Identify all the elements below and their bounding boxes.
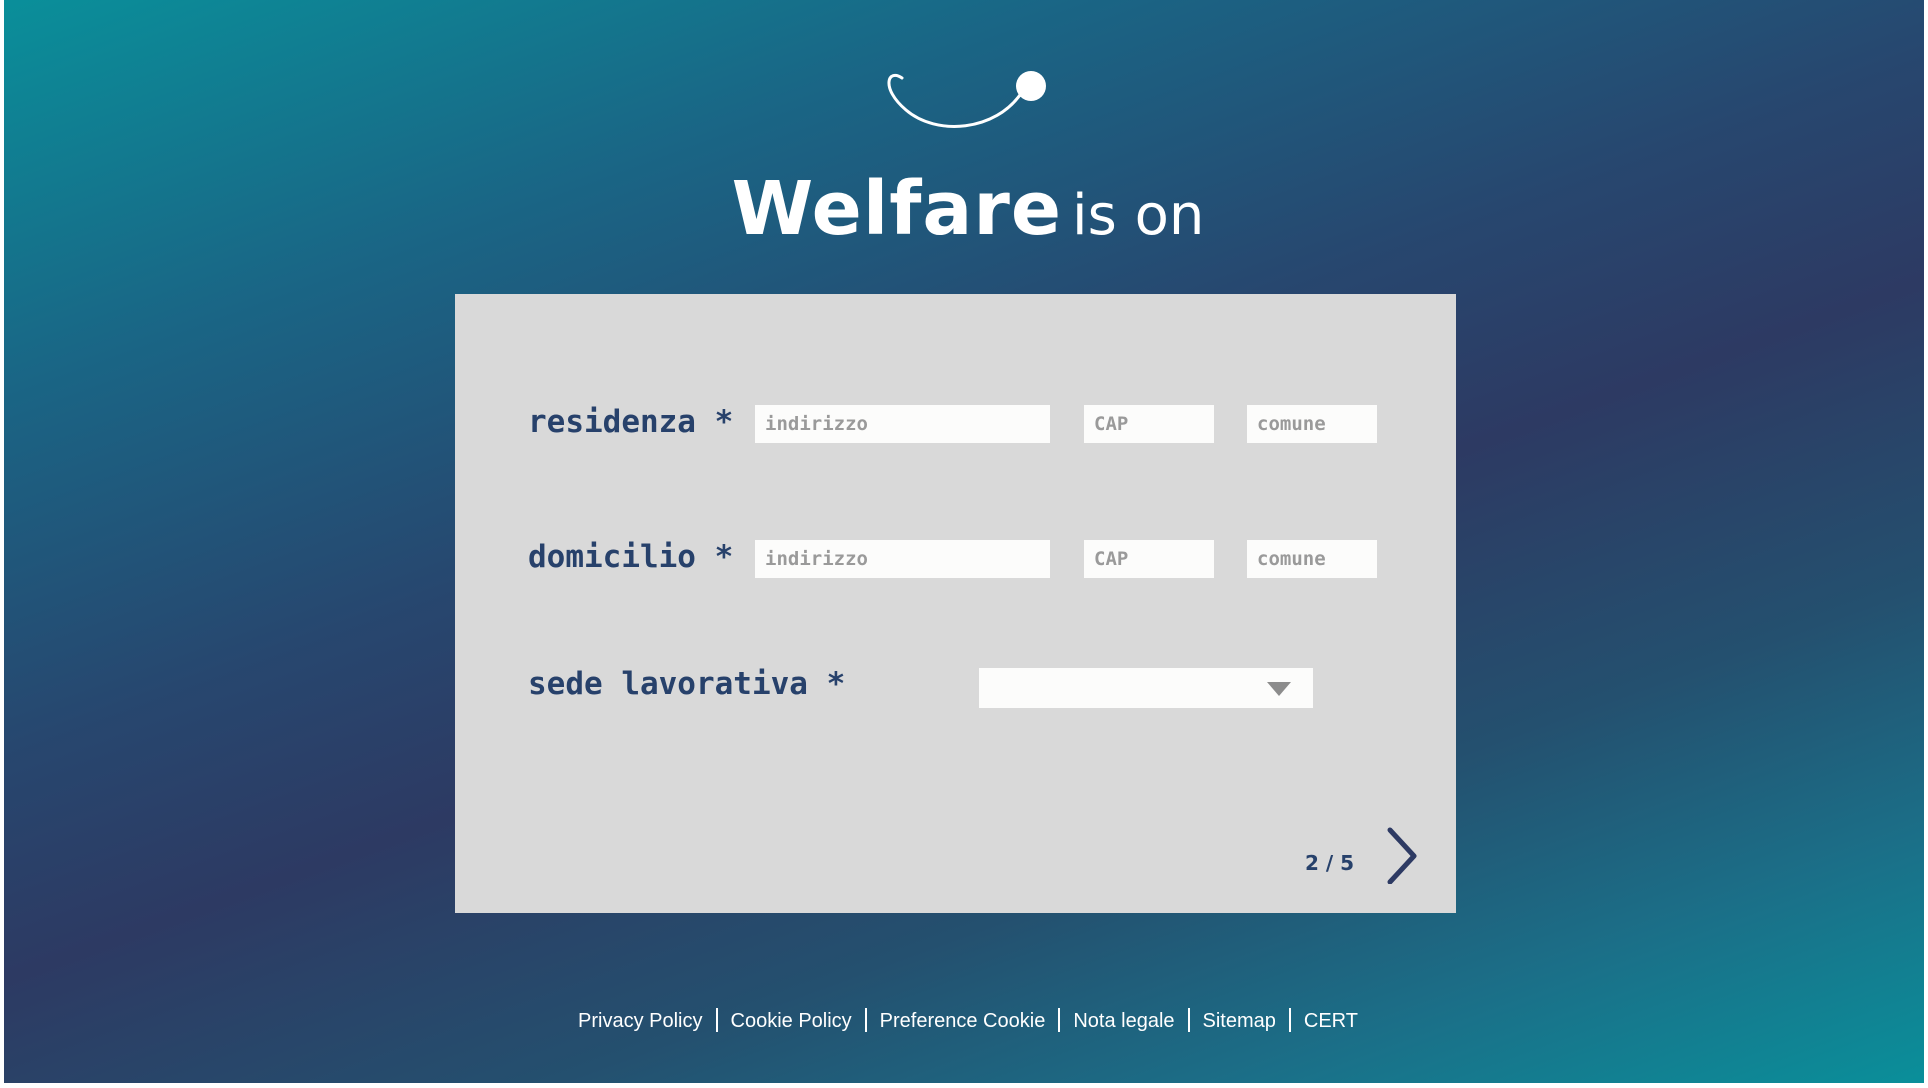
sede-lavorativa-select[interactable] [979,668,1313,708]
smile-logo-icon [887,71,1046,128]
page-background: Welfareis on residenza * domicilio * sed… [4,0,1924,1083]
residenza-indirizzo-input[interactable] [755,405,1050,443]
residenza-cap-input[interactable] [1084,405,1214,443]
chevron-right-icon[interactable] [1382,824,1422,884]
domicilio-indirizzo-input[interactable] [755,540,1050,578]
title-light: is on [1072,183,1205,248]
address-form-card: residenza * domicilio * sede lavorativa … [455,294,1456,913]
footer-divider [715,1008,718,1032]
footer-link-privacy-policy[interactable]: Privacy Policy [578,1010,702,1032]
footer-divider [1288,1008,1291,1032]
footer-link-cookie-policy[interactable]: Cookie Policy [731,1010,852,1032]
footer-divider [864,1008,867,1032]
footer-link-sitemap[interactable]: Sitemap [1203,1010,1276,1032]
domicilio-label: domicilio * [528,539,734,575]
residenza-label: residenza * [528,404,734,440]
title-strong: Welfare [731,166,1063,252]
sede-lavorativa-label: sede lavorativa * [528,666,846,702]
footer-link-preference-cookie[interactable]: Preference Cookie [880,1010,1046,1032]
caret-down-icon [1267,682,1291,696]
footer-link-cert[interactable]: CERT [1304,1010,1358,1032]
residenza-comune-input[interactable] [1247,405,1377,443]
footer-link-nota-legale[interactable]: Nota legale [1073,1010,1174,1032]
domicilio-comune-input[interactable] [1247,540,1377,578]
footer-divider [1058,1008,1061,1032]
page-title: Welfare is on [4,166,1924,252]
footer-links: Privacy Policy Cookie Policy Preference Co… [4,1008,1924,1033]
footer-divider [1187,1008,1190,1032]
step-indicator: 2 / 5 [1305,851,1355,875]
domicilio-cap-input[interactable] [1084,540,1214,578]
